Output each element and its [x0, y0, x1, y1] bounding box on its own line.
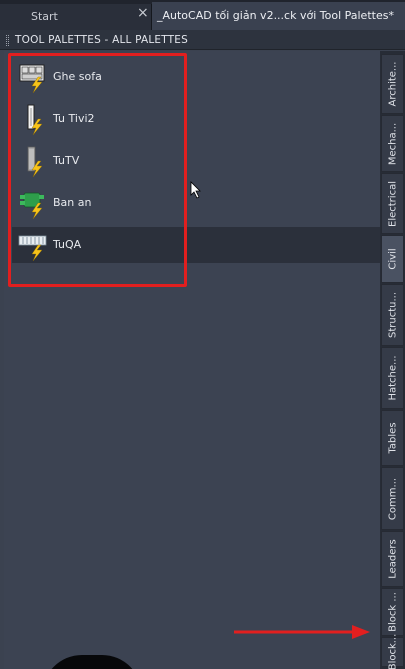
tab-document[interactable]: _AutoCAD tối giản v2...ck với Tool Palet… [152, 2, 405, 30]
vtab-tables[interactable]: Tables [381, 410, 404, 466]
tool-palettes-window: TOOL PALETTES - ALL PALETTES Ghe sofa Tu… [0, 30, 405, 669]
annotation-arrow-icon [234, 625, 370, 639]
palette-title: TOOL PALETTES - ALL PALETTES [15, 34, 188, 46]
vtab-block-2[interactable]: Block... [381, 634, 404, 669]
mouse-cursor-icon [190, 181, 201, 199]
tab-start[interactable]: Start [0, 4, 152, 30]
palette-title-bar[interactable]: TOOL PALETTES - ALL PALETTES [0, 30, 405, 50]
vtab-hatches[interactable]: Hatche... [381, 347, 404, 409]
vtab-structural[interactable]: Structu... [381, 284, 404, 346]
drag-grip-icon[interactable] [6, 35, 9, 46]
vtab-block-1[interactable]: Block ... [381, 588, 404, 636]
palette-vertical-tabs: Archite... Mecha... Electrical Civil Str… [380, 51, 405, 669]
palette-content: Ghe sofa Tu Tivi2 TuTV Ban an TuQA [4, 51, 380, 669]
vtab-civil[interactable]: Civil [381, 235, 404, 283]
document-tab-bar: Start × _AutoCAD tối giản v2...ck với To… [0, 0, 405, 30]
vtab-electrical[interactable]: Electrical [381, 173, 404, 234]
highlight-box [8, 53, 187, 287]
vtab-mechanical[interactable]: Mecha... [381, 115, 404, 172]
close-icon[interactable]: × [137, 6, 149, 20]
vtab-command[interactable]: Comm... [381, 467, 404, 530]
vtab-architectural[interactable]: Archite... [381, 54, 404, 114]
vtab-leaders[interactable]: Leaders [381, 531, 404, 587]
tab-document-label: _AutoCAD tối giản v2...ck với Tool Palet… [157, 9, 394, 22]
tab-start-label: Start [31, 10, 58, 23]
